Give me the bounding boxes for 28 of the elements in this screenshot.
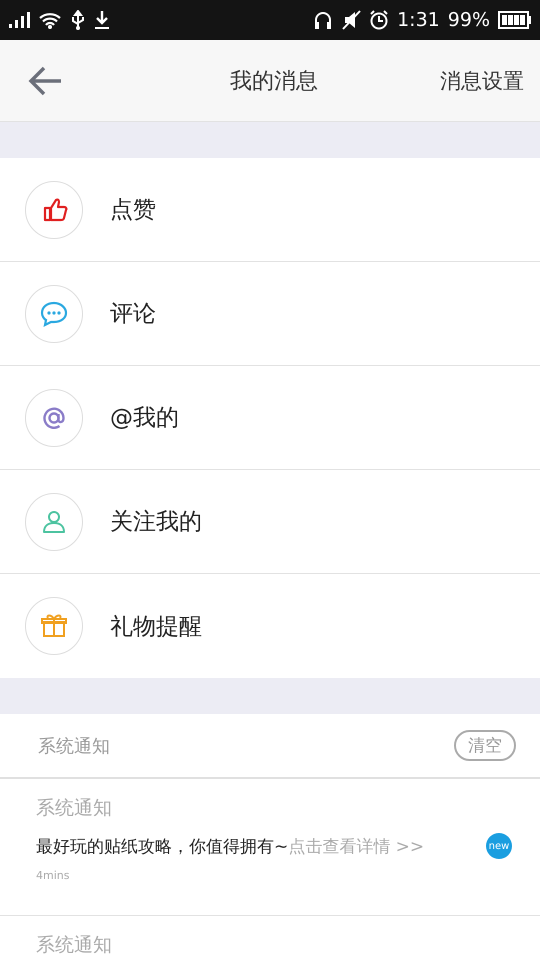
download-icon	[94, 10, 110, 30]
menu-label: 点赞	[110, 196, 156, 225]
notification-message: 最好玩的贴纸攻略，你值得拥有~点击查看详情 >>	[36, 836, 426, 859]
notification-time: 4mins	[36, 869, 70, 882]
menu-label: 评论	[110, 300, 156, 329]
signal-icon	[8, 12, 30, 28]
menu-item[interactable]: 礼物提醒	[0, 574, 540, 678]
wifi-icon	[38, 11, 62, 29]
usb-icon	[70, 10, 86, 30]
section-title: 系统通知	[38, 734, 110, 758]
menu-label: @我的	[110, 404, 179, 433]
settings-link[interactable]: 消息设置	[440, 66, 524, 94]
notification-title: 系统通知	[36, 796, 113, 821]
menu-label: 礼物提醒	[110, 612, 202, 642]
page-title: 我的消息	[229, 68, 319, 96]
mute-icon	[341, 10, 362, 30]
new-badge: new	[486, 833, 512, 859]
menu-item[interactable]: 评论	[0, 262, 540, 366]
menu-item[interactable]: 关注我的	[0, 470, 540, 574]
clock-time: 1:31	[397, 9, 440, 31]
menu-item[interactable]: 点赞	[0, 158, 540, 262]
headphones-icon	[313, 10, 334, 30]
notification-title: 系统通知	[36, 933, 113, 958]
alarm-icon	[369, 10, 390, 30]
menu-item[interactable]: @我的	[0, 366, 540, 470]
menu-label: 关注我的	[110, 508, 202, 537]
battery-percent: 99%	[448, 9, 490, 31]
battery-icon	[498, 11, 532, 29]
